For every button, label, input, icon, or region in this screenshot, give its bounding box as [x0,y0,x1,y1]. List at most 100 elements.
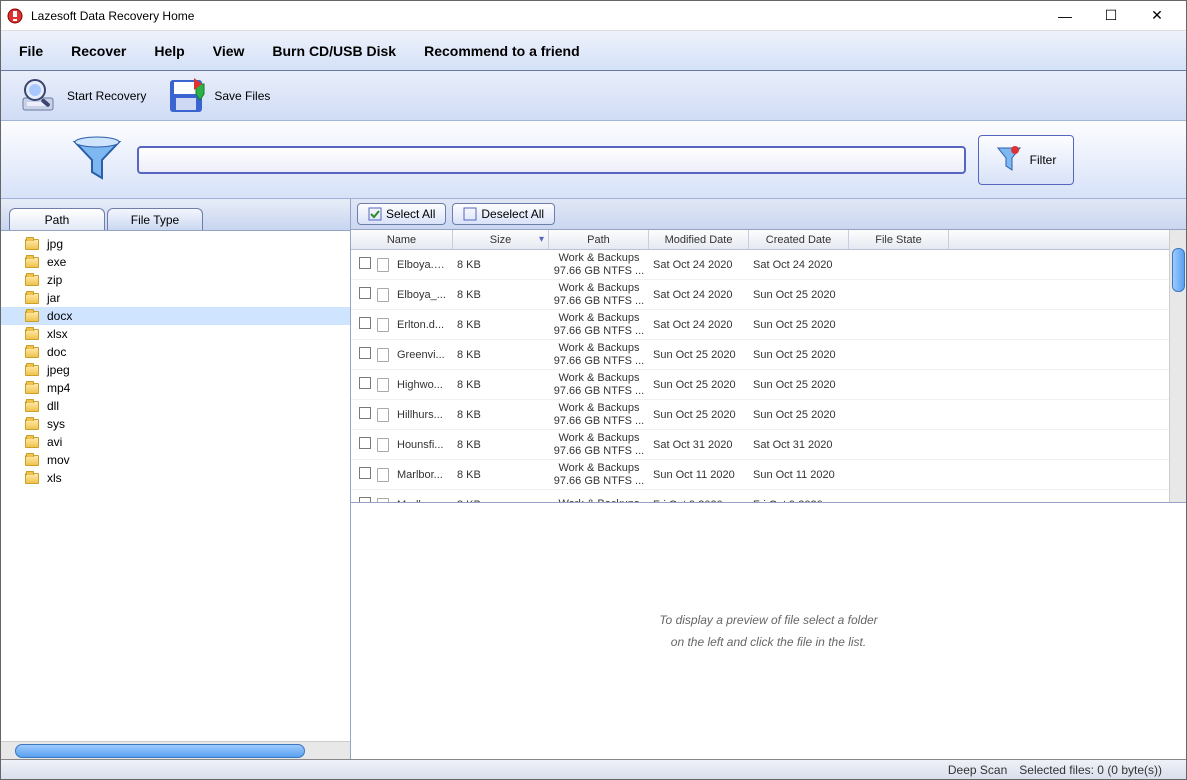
cell-size: 8 KB [453,349,549,361]
funnel-icon [69,136,125,184]
menu-view[interactable]: View [203,39,255,63]
tree-item-jpg[interactable]: jpg [1,235,350,253]
table-row[interactable]: Elboya.docx8 KBWork & Backups97.66 GB NT… [351,250,1186,280]
cell-modified: Sat Oct 24 2020 [649,259,749,271]
tree-item-mp4[interactable]: mp4 [1,379,350,397]
row-checkbox[interactable] [359,347,371,359]
row-checkbox[interactable] [359,257,371,269]
tree-item-label: xls [47,471,62,485]
content: Select All Deselect All NameSizePathModi… [351,199,1186,759]
row-checkbox[interactable] [359,287,371,299]
start-recovery-button[interactable]: Start Recovery [13,74,152,118]
column-size[interactable]: Size [453,230,549,249]
column-created-date[interactable]: Created Date [749,230,849,249]
file-type-tree[interactable]: jpg exe zip jar docx xlsxdocjpegmp4dll sys avi m… [1,231,350,741]
cell-path: Work & Backups97.66 GB NTFS ... [549,342,649,368]
column-modified-date[interactable]: Modified Date [649,230,749,249]
column-name[interactable]: Name [351,230,453,249]
tree-item-avi[interactable]: avi [1,433,350,451]
cell-modified: Sun Oct 25 2020 [649,379,749,391]
tree-item-dll[interactable]: dll [1,397,350,415]
table-row[interactable]: Hillhurs...8 KBWork & Backups97.66 GB NT… [351,400,1186,430]
tree-item-sys[interactable]: sys [1,415,350,433]
tab-path[interactable]: Path [9,208,105,230]
cell-created: Sat Oct 31 2020 [749,439,849,451]
tree-item-jar[interactable]: jar [1,289,350,307]
file-icon [377,498,389,503]
tree-item-label: docx [47,309,72,323]
filter-input[interactable] [137,146,966,174]
cell-created: Sun Oct 25 2020 [749,319,849,331]
maximize-button[interactable]: ☐ [1088,1,1134,30]
table-scrollbar[interactable] [1169,230,1186,502]
minimize-button[interactable]: — [1042,1,1088,30]
folder-icon [25,473,39,484]
sidebar-horizontal-scrollbar[interactable] [1,741,350,759]
cell-name: Elboya.docx [393,259,453,271]
deselect-all-icon [463,207,477,221]
folder-icon [25,365,39,376]
cell-name: Elboya_... [393,289,453,301]
cell-name: Highwo... [393,379,453,391]
table-row[interactable]: Marlbor...8 KBWork & BackupsFri Oct 9 20… [351,490,1186,502]
column-path[interactable]: Path [549,230,649,249]
row-checkbox[interactable] [359,437,371,449]
cell-name: Hounsfi... [393,439,453,451]
table-row[interactable]: Marlbor...8 KBWork & Backups97.66 GB NTF… [351,460,1186,490]
folder-icon [25,455,39,466]
table-row[interactable]: Highwo...8 KBWork & Backups97.66 GB NTFS… [351,370,1186,400]
cell-size: 8 KB [453,289,549,301]
tree-item-label: sys [47,417,65,431]
save-files-button[interactable]: Save Files [160,74,276,118]
row-checkbox[interactable] [359,377,371,389]
tree-item-exe[interactable]: exe [1,253,350,271]
statusbar: Deep Scan Selected files: 0 (0 byte(s)) [1,759,1186,779]
menu-recommend-to-a-friend[interactable]: Recommend to a friend [414,39,590,63]
row-checkbox[interactable] [359,467,371,479]
cell-name: Hillhurs... [393,409,453,421]
file-icon [377,378,389,392]
tree-item-docx[interactable]: docx [1,307,350,325]
tree-item-jpeg[interactable]: jpeg [1,361,350,379]
menu-recover[interactable]: Recover [61,39,136,63]
file-icon [377,468,389,482]
cell-modified: Sun Oct 25 2020 [649,349,749,361]
tree-item-mov[interactable]: mov [1,451,350,469]
tree-item-xls[interactable]: xls [1,469,350,487]
preview-pane: To display a preview of file select a fo… [351,502,1186,759]
tree-item-zip[interactable]: zip [1,271,350,289]
window-title: Lazesoft Data Recovery Home [31,9,1042,23]
tree-item-label: jpg [47,237,63,251]
select-all-button[interactable]: Select All [357,203,446,225]
magnifier-disk-icon [19,76,59,116]
folder-icon [25,419,39,430]
filter-button[interactable]: Filter [978,135,1074,185]
row-checkbox[interactable] [359,497,371,502]
cell-path: Work & Backups97.66 GB NTFS ... [549,372,649,398]
deselect-all-button[interactable]: Deselect All [452,203,555,225]
tree-item-label: jar [47,291,60,305]
table-row[interactable]: Hounsfi...8 KBWork & Backups97.66 GB NTF… [351,430,1186,460]
column-file-state[interactable]: File State [849,230,949,249]
filter-button-label: Filter [1030,153,1057,167]
cell-modified: Sat Oct 24 2020 [649,319,749,331]
menu-file[interactable]: File [9,39,53,63]
menu-help[interactable]: Help [144,39,194,63]
menu-burn-cd-usb-disk[interactable]: Burn CD/USB Disk [262,39,406,63]
table-row[interactable]: Elboya_...8 KBWork & Backups97.66 GB NTF… [351,280,1186,310]
cell-path: Work & Backups97.66 GB NTFS ... [549,402,649,428]
status-selection: Selected files: 0 (0 byte(s)) [1019,763,1162,777]
table-row[interactable]: Greenvi...8 KBWork & Backups97.66 GB NTF… [351,340,1186,370]
tab-file-type[interactable]: File Type [107,208,203,230]
folder-icon [25,275,39,286]
preview-line2: on the left and click the file in the li… [671,635,866,649]
tree-item-label: mov [47,453,70,467]
tree-item-label: exe [47,255,66,269]
tree-item-xlsx[interactable]: xlsx [1,325,350,343]
row-checkbox[interactable] [359,407,371,419]
table-row[interactable]: Erlton.d...8 KBWork & Backups97.66 GB NT… [351,310,1186,340]
close-button[interactable]: ✕ [1134,1,1180,30]
tree-item-doc[interactable]: doc [1,343,350,361]
row-checkbox[interactable] [359,317,371,329]
folder-icon [25,257,39,268]
